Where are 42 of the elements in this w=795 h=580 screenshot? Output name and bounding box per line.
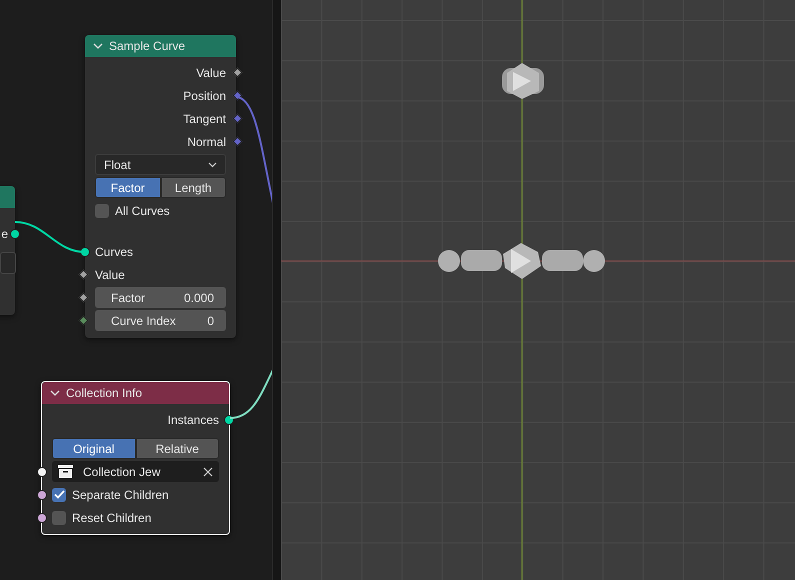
checkbox-label: Reset Children [72, 510, 152, 524]
input-field[interactable] [0, 252, 16, 274]
data-type-dropdown[interactable]: Float [95, 154, 226, 175]
checkbox[interactable] [52, 488, 66, 502]
socket-icon[interactable] [37, 490, 47, 500]
mesh-object-drawing [502, 63, 544, 99]
socket-icon[interactable] [37, 512, 47, 522]
mode-toggle[interactable]: Length [160, 177, 226, 198]
socket-label: Instances [168, 412, 219, 426]
number-field[interactable]: Factor 0.000 [95, 287, 226, 308]
close-icon[interactable] [203, 466, 213, 476]
chevron-down-icon[interactable] [50, 390, 60, 396]
node-title: Sample Curve [109, 39, 186, 53]
socket-label: Position [183, 88, 226, 102]
socket-label: Tangent [183, 112, 226, 126]
socket-label: Value [95, 268, 125, 282]
socket-icon[interactable] [80, 246, 90, 256]
mode-toggle[interactable]: Original [52, 438, 136, 459]
checkbox-label: Separate Children [72, 488, 169, 502]
socket-icon[interactable] [37, 466, 47, 476]
socket-label: Curves [95, 244, 134, 258]
mode-toggle[interactable]: Relative [136, 438, 219, 459]
box-icon [58, 465, 73, 478]
checkbox-label: All Curves [115, 204, 170, 218]
socket-icon[interactable] [78, 270, 88, 280]
node-title: Collection Info [66, 386, 142, 400]
number-field[interactable]: Curve Index 0 [95, 310, 226, 331]
node-header[interactable]: Collection Info [42, 382, 229, 404]
mode-toggle[interactable]: Factor [95, 177, 160, 198]
checkbox[interactable] [95, 204, 109, 218]
chevron-down-icon [208, 162, 217, 168]
socket-icon[interactable] [10, 228, 20, 238]
socket-label: e [1, 226, 8, 240]
chevron-down-icon[interactable] [93, 42, 103, 50]
checkbox[interactable] [52, 510, 66, 524]
socket-icon[interactable] [232, 68, 242, 78]
socket-label: Value [196, 66, 226, 80]
socket-icon[interactable] [224, 414, 234, 424]
node-header[interactable]: Sample Curve [85, 35, 236, 57]
socket-icon[interactable] [78, 292, 88, 302]
socket-label: Normal [187, 134, 226, 148]
collection-field[interactable]: Collection Jew [52, 461, 219, 482]
